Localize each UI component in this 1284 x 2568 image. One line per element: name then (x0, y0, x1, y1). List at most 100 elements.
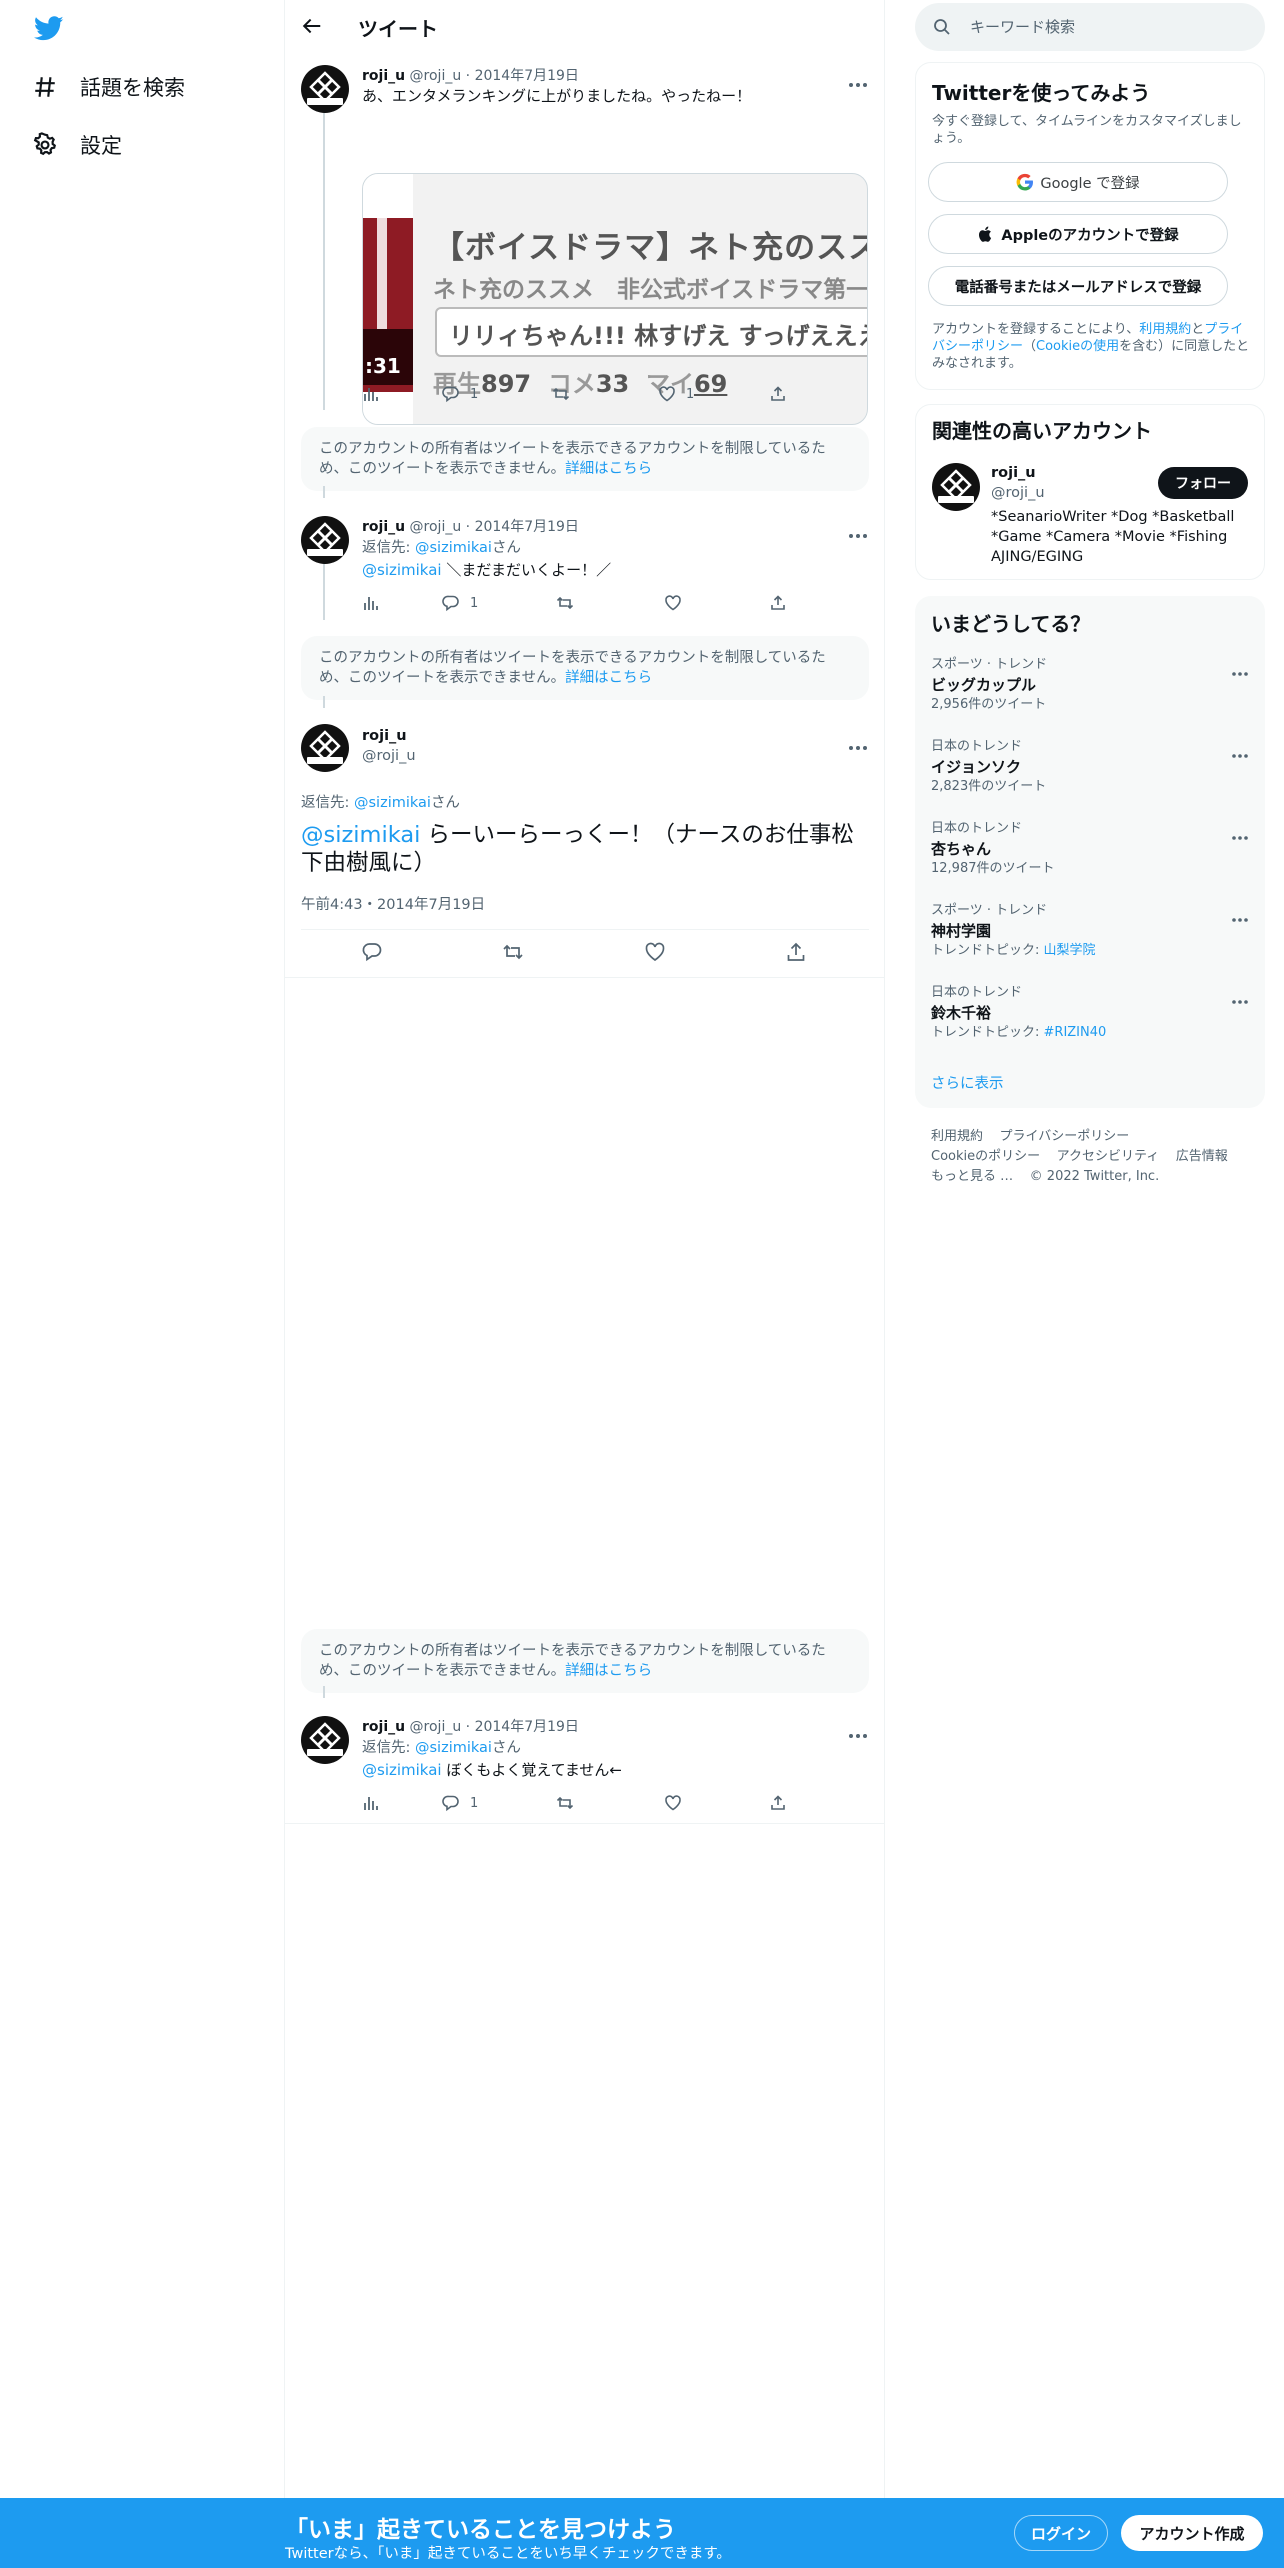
reply-to-link[interactable]: @sizimikai (354, 795, 431, 811)
trend-topic-link[interactable]: #RIZIN40 (1044, 1025, 1107, 1040)
more-icon[interactable] (1231, 908, 1249, 922)
more-icon[interactable] (848, 1724, 868, 1738)
like-button[interactable] (664, 594, 692, 612)
tweet-actions: 1 1 (362, 385, 792, 405)
trend-name: 神村学園 (931, 922, 992, 940)
mention-link[interactable]: @sizimikai (301, 822, 420, 848)
search-input[interactable] (970, 14, 1240, 40)
trend-item[interactable]: スポーツ · トレンド ビッグカップル 2,956件のツイート (931, 656, 1249, 714)
google-signup-button[interactable]: Google で登録 (928, 162, 1228, 202)
reply-button[interactable]: 1 (442, 1794, 478, 1812)
heart-icon[interactable] (644, 941, 666, 963)
more-icon[interactable] (1231, 744, 1249, 758)
retweet-button[interactable] (556, 594, 584, 612)
search-bar[interactable] (915, 3, 1265, 51)
trend-count: 2,956件のツイート (931, 697, 1047, 712)
tweet-3[interactable]: roji_u @roji_u · 2014年7月19日 返信先: @sizimi… (285, 1686, 885, 1824)
login-button[interactable]: ログイン (1014, 2515, 1108, 2551)
views-button[interactable] (362, 1794, 390, 1812)
author-handle[interactable]: @roji_u (362, 748, 416, 764)
related-name[interactable]: roji_u (991, 465, 1036, 481)
trend-item[interactable]: 日本のトレンド イジョンソク 2,823件のツイート (931, 738, 1249, 796)
footer-link[interactable]: プライバシーポリシー (1000, 1129, 1130, 1144)
footer-link[interactable]: 広告情報 (1176, 1149, 1228, 1164)
reply-to-link[interactable]: @sizimikai (415, 1740, 492, 1756)
retweet-button[interactable] (552, 385, 580, 403)
avatar[interactable] (301, 1716, 349, 1764)
author-name[interactable]: roji_u (362, 68, 405, 84)
reply-icon[interactable] (361, 941, 383, 963)
share-icon (769, 1794, 787, 1812)
related-handle[interactable]: @roji_u (991, 485, 1045, 501)
more-icon[interactable] (1231, 990, 1249, 1004)
share-icon[interactable] (785, 941, 807, 963)
notice-link[interactable]: 詳細はこちら (565, 670, 652, 686)
author-meta[interactable]: @roji_u · 2014年7月19日 (410, 1719, 579, 1735)
retweet-button[interactable] (556, 1794, 584, 1812)
more-icon[interactable] (848, 73, 868, 87)
analytics-icon (362, 1794, 380, 1812)
footer-link[interactable]: Cookieのポリシー (931, 1149, 1040, 1164)
show-more-link[interactable]: さらに表示 (931, 1072, 1004, 1093)
twitter-bird-icon[interactable] (32, 13, 66, 43)
terms-link[interactable]: 利用規約 (1139, 322, 1191, 337)
like-button[interactable] (664, 1794, 692, 1812)
phone-signup-button[interactable]: 電話番号またはメールアドレスで登録 (928, 266, 1228, 306)
more-icon[interactable] (1231, 662, 1249, 676)
mention-link[interactable]: @sizimikai (362, 561, 442, 579)
card-subtitle: ネト充のススメ 非公式ボイスドラマ第一話 (433, 277, 868, 303)
tweet-1[interactable]: roji_u @roji_u · 2014年7月19日 あ、エンタメランキングに… (285, 53, 885, 425)
create-account-button[interactable]: アカウント作成 (1121, 2515, 1263, 2551)
nav-settings[interactable]: 設定 (32, 121, 122, 169)
tweet-timestamp[interactable]: 午前4:43・2014年7月19日 (301, 893, 485, 914)
trend-name: 杏ちゃん (931, 840, 992, 858)
thread-line (323, 486, 325, 498)
footer-link[interactable]: 利用規約 (931, 1129, 983, 1144)
reply-button[interactable]: 1 (442, 594, 478, 612)
author-name[interactable]: roji_u (362, 728, 407, 744)
cookie-link[interactable]: Cookieの使用 (1036, 339, 1119, 354)
reply-suffix: さん (491, 1740, 521, 1756)
views-button[interactable] (362, 385, 390, 403)
tweet-body: ＼まだまだいくよー！／ (441, 561, 612, 579)
analytics-icon (362, 594, 380, 612)
author-name[interactable]: roji_u (362, 519, 405, 535)
share-button[interactable] (769, 594, 797, 612)
divider (285, 977, 885, 978)
more-icon[interactable] (1231, 826, 1249, 840)
footer-more[interactable]: もっと見る … (931, 1169, 1013, 1184)
avatar[interactable] (301, 516, 349, 564)
author-meta[interactable]: @roji_u · 2014年7月19日 (410, 519, 579, 535)
reply-prefix: 返信先: (362, 1740, 415, 1756)
reply-to-link[interactable]: @sizimikai (415, 540, 492, 556)
trend-topic-link[interactable]: 山梨学院 (1044, 943, 1096, 958)
tweet-header: roji_u @roji_u · 2014年7月19日 (362, 65, 579, 85)
mention-link[interactable]: @sizimikai (362, 1761, 442, 1779)
author-name[interactable]: roji_u (362, 1719, 405, 1735)
more-icon[interactable] (848, 524, 868, 538)
author-meta[interactable]: @roji_u · 2014年7月19日 (410, 68, 579, 84)
back-arrow-icon[interactable] (301, 15, 323, 37)
like-button[interactable]: 1 (658, 385, 694, 403)
divider (301, 929, 869, 930)
avatar[interactable] (932, 463, 980, 511)
reply-button[interactable]: 1 (442, 385, 478, 403)
avatar[interactable] (301, 724, 349, 772)
follow-button[interactable]: フォロー (1158, 467, 1248, 499)
tweet-2[interactable]: roji_u @roji_u · 2014年7月19日 返信先: @sizimi… (285, 486, 885, 620)
share-button[interactable] (769, 1794, 797, 1812)
apple-signup-button[interactable]: Appleのアカウントで登録 (928, 214, 1228, 254)
analytics-icon (362, 385, 380, 403)
avatar[interactable] (301, 65, 349, 113)
notice-link[interactable]: 詳細はこちら (565, 461, 652, 477)
trend-item[interactable]: スポーツ · トレンド 神村学園 トレンドトピック: 山梨学院 (931, 902, 1249, 960)
trend-item[interactable]: 日本のトレンド 杏ちゃん 12,987件のツイート (931, 820, 1249, 878)
more-icon[interactable] (848, 736, 868, 750)
retweet-icon[interactable] (502, 941, 524, 963)
nav-explore[interactable]: 話題を検索 (32, 63, 185, 111)
views-button[interactable] (362, 594, 390, 612)
trend-item[interactable]: 日本のトレンド 鈴木千裕 トレンドトピック: #RIZIN40 (931, 984, 1249, 1042)
notice-link[interactable]: 詳細はこちら (565, 1663, 652, 1679)
footer-link[interactable]: アクセシビリティ (1057, 1149, 1160, 1164)
share-button[interactable] (769, 385, 797, 403)
